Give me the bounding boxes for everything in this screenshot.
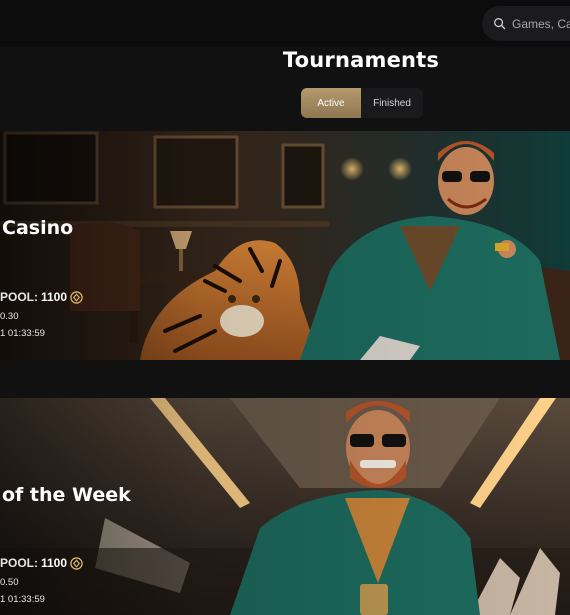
tournament-name: of the Week xyxy=(2,484,131,506)
search-icon xyxy=(494,18,506,30)
tournament-timer: 1 01:33:59 xyxy=(0,328,45,339)
page-title: Tournaments xyxy=(282,48,440,72)
tournament-name: Casino xyxy=(2,217,74,239)
tournament-meta-1: 0.50 xyxy=(0,577,19,588)
tournaments-page: Games, Categories Tournaments Active Fin… xyxy=(0,0,570,615)
prize-pool: POOL: 1100 xyxy=(0,556,83,570)
tournament-meta-1: 0.30 xyxy=(0,311,19,322)
pool-value: 1100 xyxy=(41,556,68,570)
tournament-card[interactable]: of the Week POOL: 1100 0.50 1 01:33:59 xyxy=(0,398,570,615)
coin-icon xyxy=(70,556,83,570)
status-tabs: Active Finished xyxy=(301,88,423,118)
search-input[interactable]: Games, Categories xyxy=(482,6,570,41)
tournament-timer: 1 01:33:59 xyxy=(0,594,45,605)
top-bar: Games, Categories xyxy=(0,0,570,47)
pool-label: POOL: xyxy=(0,556,38,570)
tournament-banner-image xyxy=(0,131,570,360)
tab-active[interactable]: Active xyxy=(301,88,361,118)
pool-label: POOL: xyxy=(0,290,38,304)
pool-value: 1100 xyxy=(41,290,68,304)
prize-pool: POOL: 1100 xyxy=(0,290,83,304)
tab-finished[interactable]: Finished xyxy=(361,88,423,118)
coin-icon xyxy=(70,290,83,304)
tournament-card[interactable]: Casino POOL: 1100 0.30 1 01:33:59 xyxy=(0,131,570,360)
tournament-banner-image xyxy=(0,398,570,615)
search-placeholder: Games, Categories xyxy=(512,16,570,31)
